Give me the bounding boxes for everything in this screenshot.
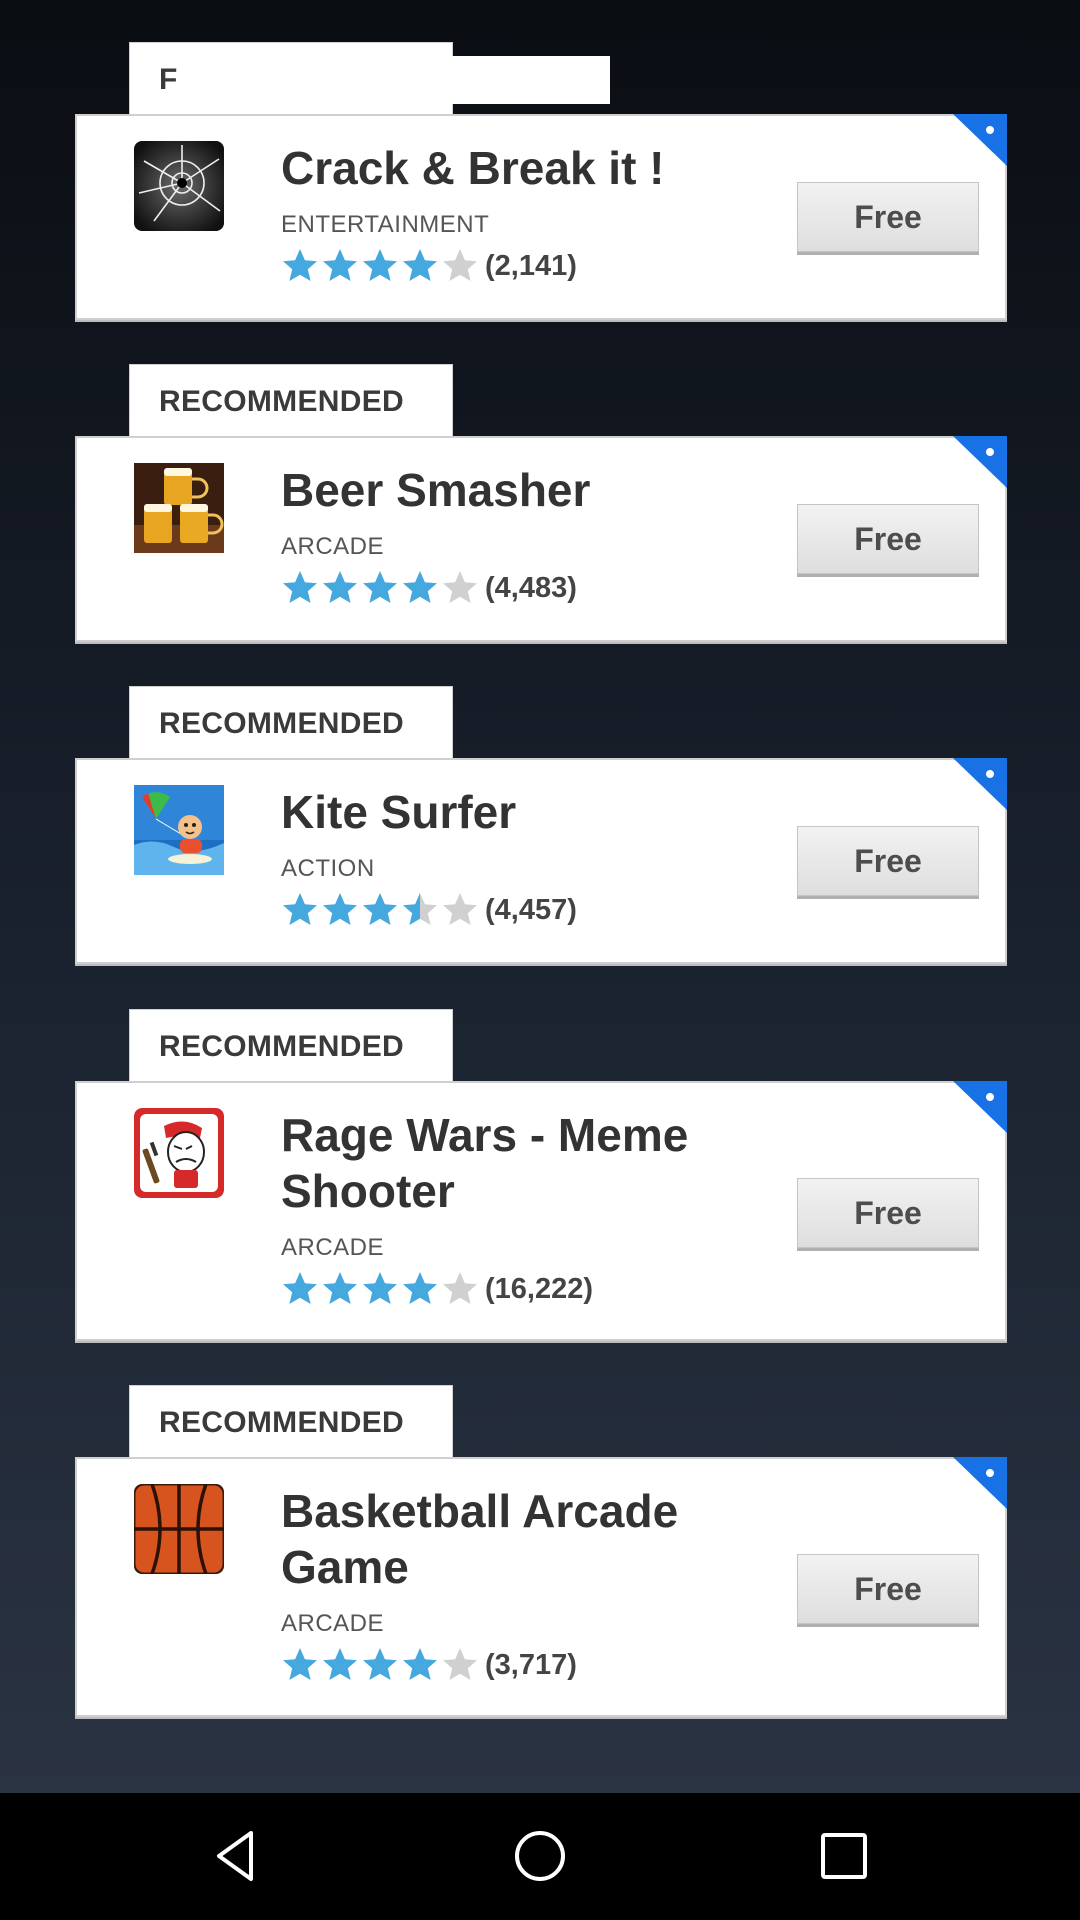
home-icon[interactable] bbox=[505, 1821, 575, 1891]
corner-badge bbox=[953, 436, 1007, 488]
app-title[interactable]: Rage Wars - Meme Shooter bbox=[281, 1107, 761, 1219]
kite-surfer-icon bbox=[134, 785, 224, 875]
recommended-label: RECOMMENDED bbox=[159, 707, 404, 740]
star-filled-icon bbox=[323, 249, 357, 281]
star-filled-icon bbox=[323, 1272, 357, 1304]
rating-count: (2,141) bbox=[485, 249, 577, 282]
app-card-basketball[interactable]: Basketball Arcade Game ARCADE (3,717) Fr… bbox=[75, 1457, 1007, 1717]
rating-row: (16,222) bbox=[281, 1269, 593, 1309]
recommended-label: RECOMMENDED bbox=[159, 1406, 404, 1439]
star-empty-icon bbox=[443, 1648, 477, 1680]
free-button[interactable]: Free bbox=[797, 1554, 979, 1624]
app-card-rage-wars[interactable]: Rage Wars - Meme Shooter ARCADE (16,222)… bbox=[75, 1081, 1007, 1341]
navigation-bar bbox=[0, 1793, 1080, 1920]
star-filled-icon bbox=[403, 1648, 437, 1680]
recents-icon[interactable] bbox=[809, 1821, 879, 1891]
star-empty-icon bbox=[443, 571, 477, 603]
star-filled-icon bbox=[363, 571, 397, 603]
star-filled-icon bbox=[363, 1272, 397, 1304]
app-card-crack-break[interactable]: Crack & Break it ! ENTERTAINMENT (2,141)… bbox=[75, 114, 1007, 320]
rating-row: (2,141) bbox=[281, 246, 577, 286]
star-filled-icon bbox=[283, 571, 317, 603]
star-empty-icon bbox=[443, 1272, 477, 1304]
corner-badge bbox=[953, 1457, 1007, 1509]
rating-row: (4,483) bbox=[281, 568, 577, 608]
star-filled-icon bbox=[403, 249, 437, 281]
beer-mugs-icon bbox=[134, 463, 224, 553]
app-title[interactable]: Basketball Arcade Game bbox=[281, 1483, 761, 1595]
free-button[interactable]: Free bbox=[797, 826, 979, 896]
app-category: ARCADE bbox=[281, 533, 385, 560]
free-button[interactable]: Free bbox=[797, 182, 979, 252]
star-filled-icon bbox=[403, 1272, 437, 1304]
app-category: ENTERTAINMENT bbox=[281, 211, 490, 238]
recommended-tab: RECOMMENDED bbox=[129, 1385, 453, 1457]
star-rating bbox=[281, 1270, 479, 1308]
app-category: ARCADE bbox=[281, 1234, 385, 1261]
top-tab-extension bbox=[440, 56, 610, 104]
star-filled-icon bbox=[403, 571, 437, 603]
app-card-kite-surfer[interactable]: Kite Surfer ACTION (4,457) Free bbox=[75, 758, 1007, 964]
star-filled-icon bbox=[323, 893, 357, 925]
star-rating bbox=[281, 569, 479, 607]
top-tab-label: F bbox=[159, 63, 178, 96]
app-title[interactable]: Beer Smasher bbox=[281, 462, 761, 518]
basketball-icon bbox=[134, 1484, 224, 1574]
recommended-label: RECOMMENDED bbox=[159, 385, 404, 418]
rating-count: (4,457) bbox=[485, 893, 577, 926]
rating-row: (4,457) bbox=[281, 890, 577, 930]
star-rating bbox=[281, 1646, 479, 1684]
rating-row: (3,717) bbox=[281, 1645, 577, 1685]
star-empty-icon bbox=[443, 249, 477, 281]
star-filled-icon bbox=[283, 893, 317, 925]
corner-badge bbox=[953, 114, 1007, 166]
star-filled-icon bbox=[283, 1272, 317, 1304]
recommended-tab: RECOMMENDED bbox=[129, 1009, 453, 1081]
corner-badge bbox=[953, 758, 1007, 810]
recommended-tab: RECOMMENDED bbox=[129, 364, 453, 436]
rage-meme-icon bbox=[134, 1108, 224, 1198]
star-filled-icon bbox=[283, 1648, 317, 1680]
star-filled-icon bbox=[363, 249, 397, 281]
rating-count: (16,222) bbox=[485, 1272, 594, 1305]
star-filled-icon bbox=[363, 893, 397, 925]
top-tab: F bbox=[129, 42, 453, 114]
rating-count: (4,483) bbox=[485, 571, 577, 604]
star-rating bbox=[281, 891, 479, 929]
free-button[interactable]: Free bbox=[797, 1178, 979, 1248]
rating-count: (3,717) bbox=[485, 1648, 577, 1681]
app-title[interactable]: Crack & Break it ! bbox=[281, 140, 761, 196]
star-rating bbox=[281, 247, 479, 285]
cracked-glass-icon bbox=[134, 141, 224, 231]
app-category: ACTION bbox=[281, 855, 375, 882]
corner-badge bbox=[953, 1081, 1007, 1133]
app-category: ARCADE bbox=[281, 1610, 385, 1637]
star-filled-icon bbox=[323, 571, 357, 603]
star-filled-icon bbox=[323, 1648, 357, 1680]
recommended-label: RECOMMENDED bbox=[159, 1030, 404, 1063]
back-icon[interactable] bbox=[201, 1821, 271, 1891]
app-card-beer-smasher[interactable]: Beer Smasher ARCADE (4,483) Free bbox=[75, 436, 1007, 642]
star-empty-icon bbox=[443, 893, 477, 925]
star-filled-icon bbox=[283, 249, 317, 281]
free-button[interactable]: Free bbox=[797, 504, 979, 574]
star-filled-icon bbox=[363, 1648, 397, 1680]
star-half-icon bbox=[403, 893, 437, 925]
recommended-tab: RECOMMENDED bbox=[129, 686, 453, 758]
app-title[interactable]: Kite Surfer bbox=[281, 784, 761, 840]
